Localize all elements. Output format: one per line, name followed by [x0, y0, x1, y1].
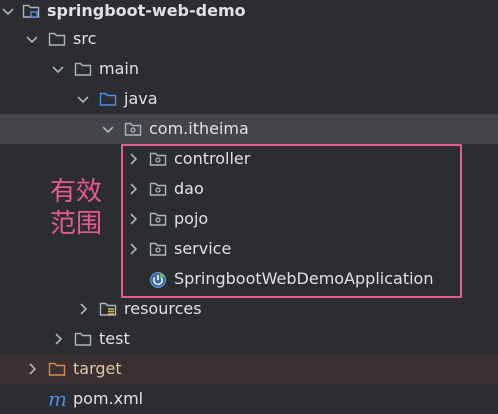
folder-label: src	[73, 29, 97, 48]
maven-icon: m	[48, 387, 67, 411]
tree-row-test[interactable]: test	[0, 324, 498, 354]
scope-annotation-line2: 范围	[50, 209, 103, 239]
tree-row-src[interactable]: src	[0, 24, 498, 54]
folder-label: resources	[124, 299, 202, 318]
chevron-down-icon[interactable]	[0, 3, 16, 19]
project-name: springboot-web-demo	[47, 1, 246, 20]
folder-label: java	[124, 89, 158, 108]
folder-icon	[48, 31, 66, 47]
package-icon	[124, 121, 142, 137]
tree-row-root[interactable]: springboot-web-demo	[0, 0, 498, 26]
tree-row-java[interactable]: java	[0, 84, 498, 114]
tree-row-resources[interactable]: resources	[0, 294, 498, 324]
folder-icon	[74, 61, 92, 77]
tree-row-main[interactable]: main	[0, 54, 498, 84]
tree-row-package[interactable]: com.itheima	[0, 114, 498, 144]
scope-annotation-line1: 有效	[50, 177, 103, 207]
chevron-right-icon[interactable]	[24, 361, 40, 377]
tree-row-pom[interactable]: m pom.xml	[0, 384, 498, 414]
module-folder-icon	[22, 3, 40, 19]
chevron-down-icon[interactable]	[100, 121, 116, 137]
resources-folder-icon	[99, 301, 117, 317]
tree-row-target[interactable]: target	[0, 354, 498, 384]
folder-label: main	[99, 59, 139, 78]
folder-label: test	[99, 329, 130, 348]
source-folder-icon	[99, 91, 117, 107]
scope-annotation: 有效 范围	[50, 176, 102, 240]
chevron-down-icon[interactable]	[24, 31, 40, 47]
excluded-folder-icon	[48, 361, 66, 377]
chevron-down-icon[interactable]	[75, 91, 91, 107]
package-label: com.itheima	[149, 119, 249, 138]
file-label: pom.xml	[73, 389, 144, 408]
chevron-right-icon[interactable]	[50, 331, 66, 347]
folder-icon	[74, 331, 92, 347]
scope-highlight-box	[121, 144, 462, 298]
chevron-right-icon[interactable]	[75, 301, 91, 317]
folder-label: target	[73, 359, 122, 378]
chevron-down-icon[interactable]	[50, 61, 66, 77]
